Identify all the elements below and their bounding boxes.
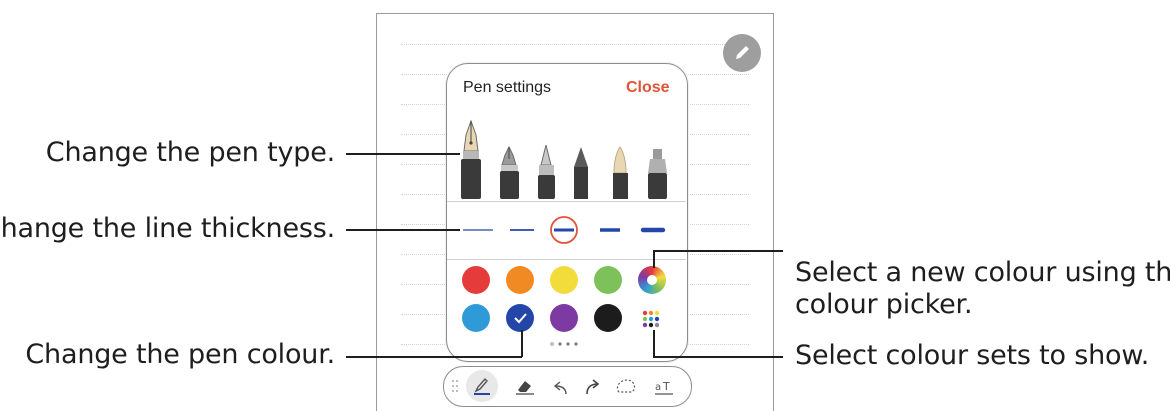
pencil-icon bbox=[736, 46, 749, 59]
pen-tool-icon[interactable] bbox=[466, 370, 498, 402]
leader-line-pen-colour bbox=[346, 356, 522, 358]
note-line bbox=[401, 44, 749, 45]
color-swatch-purple[interactable] bbox=[550, 304, 578, 332]
color-swatch-blue[interactable] bbox=[462, 304, 490, 332]
callout-pen-type: Change the pen type. bbox=[45, 137, 335, 168]
thickness-option-3-selected[interactable] bbox=[550, 216, 578, 244]
colour-sets-icon[interactable] bbox=[638, 304, 666, 332]
color-swatch-green[interactable] bbox=[594, 266, 622, 294]
callout-line-thickness: Change the line thickness. bbox=[0, 213, 335, 244]
pencil-tool-icon[interactable] bbox=[574, 147, 588, 199]
color-swatch-orange[interactable] bbox=[506, 266, 534, 294]
page-indicator bbox=[550, 342, 578, 346]
callout-pen-colour: Change the pen colour. bbox=[25, 339, 335, 370]
leader-line-thickness bbox=[346, 229, 460, 231]
divider bbox=[447, 201, 686, 202]
pen-icon[interactable] bbox=[538, 144, 555, 199]
callout-colour-picker-line2: colour picker. bbox=[795, 289, 973, 320]
checkmark-icon bbox=[514, 313, 527, 324]
leader-line-sets bbox=[653, 356, 783, 358]
panel-title: Pen settings bbox=[463, 79, 552, 96]
eraser-icon[interactable] bbox=[516, 381, 534, 395]
highlighter-icon[interactable] bbox=[648, 149, 667, 199]
close-button[interactable]: Close bbox=[626, 79, 670, 97]
divider bbox=[447, 259, 686, 260]
leader-line-pen-colour-vertical bbox=[521, 330, 523, 357]
toolbar-icons: a T bbox=[452, 370, 673, 402]
leader-line-pen-type bbox=[346, 153, 460, 155]
calligraphy-pen-icon[interactable] bbox=[500, 145, 519, 199]
svg-text:a: a bbox=[655, 382, 661, 393]
pen-fab-button[interactable] bbox=[723, 34, 761, 72]
color-picker-wheel-icon[interactable] bbox=[638, 266, 666, 294]
pen-type-row bbox=[461, 119, 667, 199]
leader-line-picker bbox=[653, 250, 783, 252]
color-swatch-red[interactable] bbox=[462, 266, 490, 294]
undo-icon[interactable] bbox=[553, 381, 567, 395]
lasso-icon[interactable] bbox=[616, 379, 636, 393]
redo-icon[interactable] bbox=[586, 379, 600, 395]
leader-line-sets-vertical bbox=[653, 330, 655, 357]
leader-line-picker-vertical bbox=[653, 250, 655, 268]
drag-handle-icon[interactable] bbox=[452, 380, 458, 392]
fountain-pen-icon[interactable] bbox=[461, 119, 481, 199]
color-swatch-black[interactable] bbox=[594, 304, 622, 332]
color-swatch-yellow[interactable] bbox=[550, 266, 578, 294]
svg-text:T: T bbox=[662, 380, 670, 393]
brush-icon[interactable] bbox=[613, 146, 628, 199]
text-recognize-icon[interactable]: a T bbox=[655, 380, 673, 395]
callout-colour-picker-line1: Select a new colour using the bbox=[795, 257, 1170, 288]
callout-colour-sets: Select colour sets to show. bbox=[795, 340, 1150, 371]
color-swatch-navy-selected[interactable] bbox=[506, 304, 534, 332]
thickness-row bbox=[463, 216, 666, 244]
